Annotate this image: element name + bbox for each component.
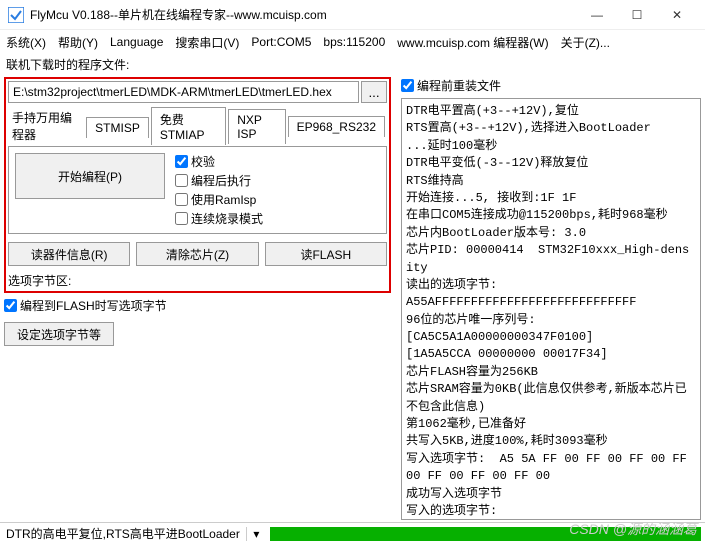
read-flash-button[interactable]: 读FLASH: [265, 242, 387, 266]
subheader-label: 联机下载时的程序文件:: [0, 54, 705, 75]
tab-stmiap[interactable]: 免费STMIAP: [151, 107, 226, 145]
file-path-input[interactable]: [8, 81, 359, 103]
status-dropdown-icon[interactable]: ▾: [246, 527, 266, 541]
tabs-label: 手持万用编程器: [8, 106, 86, 146]
log-output[interactable]: DTR电平置高(+3--+12V),复位 RTS置高(+3--+12V),选择进…: [401, 98, 701, 520]
app-icon: [8, 7, 24, 23]
menu-language[interactable]: Language: [110, 35, 163, 49]
tab-ep968[interactable]: EP968_RS232: [288, 116, 385, 137]
menu-help[interactable]: 帮助(Y): [58, 34, 98, 51]
menu-site[interactable]: www.mcuisp.com 编程器(W): [397, 34, 548, 51]
window-title: FlyMcu V0.188--单片机在线编程专家--www.mcuisp.com: [30, 6, 577, 23]
check-reload-file[interactable]: 编程前重装文件: [401, 77, 701, 94]
menu-bar: 系统(X) 帮助(Y) Language 搜索串口(V) Port:COM5 b…: [0, 30, 705, 54]
menu-about[interactable]: 关于(Z)...: [561, 34, 610, 51]
progress-bar: [270, 527, 701, 541]
check-continuous[interactable]: 连续烧录模式: [175, 210, 263, 227]
option-bytes-label: 选项字节区:: [8, 272, 387, 289]
check-ramisp[interactable]: 使用RamIsp: [175, 191, 263, 208]
check-run-after[interactable]: 编程后执行: [175, 172, 263, 189]
status-text: DTR的高电平复位,RTS高电平进BootLoader: [0, 525, 246, 542]
check-write-option-bytes[interactable]: 编程到FLASH时写选项字节: [4, 297, 391, 314]
tab-nxp[interactable]: NXP ISP: [228, 109, 285, 144]
start-program-button[interactable]: 开始编程(P): [15, 153, 165, 199]
read-device-button[interactable]: 读器件信息(R): [8, 242, 130, 266]
menu-bps[interactable]: bps:115200: [323, 35, 385, 49]
check-verify[interactable]: 校验: [175, 153, 263, 170]
menu-system[interactable]: 系统(X): [6, 34, 46, 51]
minimize-button[interactable]: —: [577, 1, 617, 29]
clear-chip-button[interactable]: 清除芯片(Z): [136, 242, 258, 266]
menu-search-port[interactable]: 搜索串口(V): [175, 34, 239, 51]
close-button[interactable]: ✕: [657, 1, 697, 29]
set-option-bytes-button[interactable]: 设定选项字节等: [4, 322, 114, 346]
tab-stmisp[interactable]: STMISP: [86, 117, 149, 138]
highlight-box: ... 手持万用编程器 STMISP 免费STMIAP NXP ISP EP96…: [4, 77, 391, 293]
menu-port[interactable]: Port:COM5: [251, 35, 311, 49]
maximize-button[interactable]: ☐: [617, 1, 657, 29]
browse-button[interactable]: ...: [361, 81, 387, 103]
